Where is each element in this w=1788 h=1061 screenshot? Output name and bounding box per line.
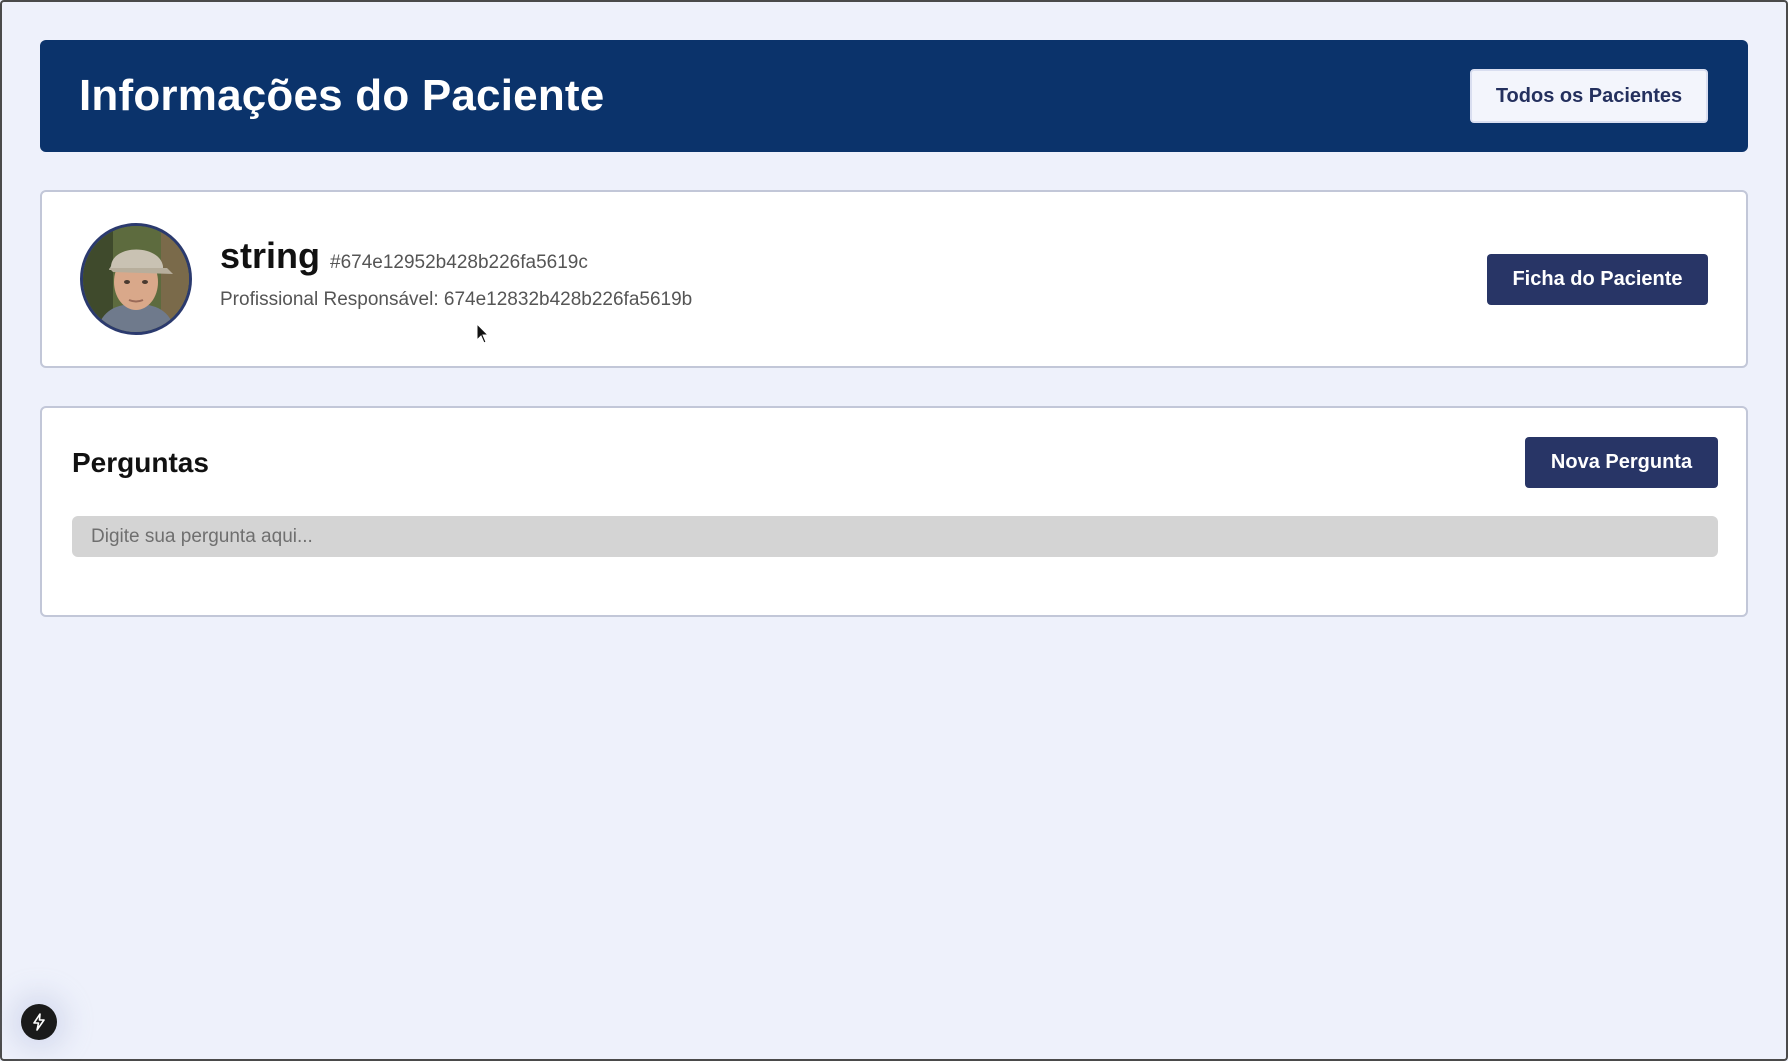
question-input[interactable]	[72, 516, 1718, 557]
questions-header: Perguntas Nova Pergunta	[72, 437, 1718, 488]
questions-title: Perguntas	[72, 446, 209, 478]
lightning-bolt-icon	[33, 1013, 45, 1031]
new-question-button[interactable]: Nova Pergunta	[1525, 437, 1718, 488]
patient-name-row: string #674e12952b428b226fa5619c	[220, 235, 1487, 277]
professional-id: 674e12832b428b226fa5619b	[443, 289, 693, 310]
avatar-photo	[83, 226, 189, 332]
patient-record-button[interactable]: Ficha do Paciente	[1487, 253, 1708, 305]
questions-card: Perguntas Nova Pergunta	[40, 406, 1748, 617]
professional-label: Profissional Responsável:	[220, 289, 439, 310]
lightning-button[interactable]	[21, 1004, 57, 1040]
patient-card: string #674e12952b428b226fa5619c Profiss…	[40, 190, 1748, 368]
avatar	[80, 223, 192, 335]
page-header: Informações do Paciente Todos os Pacient…	[40, 40, 1748, 152]
all-patients-button[interactable]: Todos os Pacientes	[1470, 69, 1708, 123]
mouse-pointer-icon	[476, 323, 490, 344]
patient-id: #674e12952b428b226fa5619c	[330, 252, 588, 273]
professional-responsible: Profissional Responsável: 674e12832b428b…	[220, 289, 1487, 311]
patient-name: string	[220, 235, 321, 276]
page-container: Informações do Paciente Todos os Pacient…	[40, 40, 1748, 617]
page-title: Informações do Paciente	[79, 71, 605, 120]
patient-info: string #674e12952b428b226fa5619c Profiss…	[220, 235, 1487, 311]
